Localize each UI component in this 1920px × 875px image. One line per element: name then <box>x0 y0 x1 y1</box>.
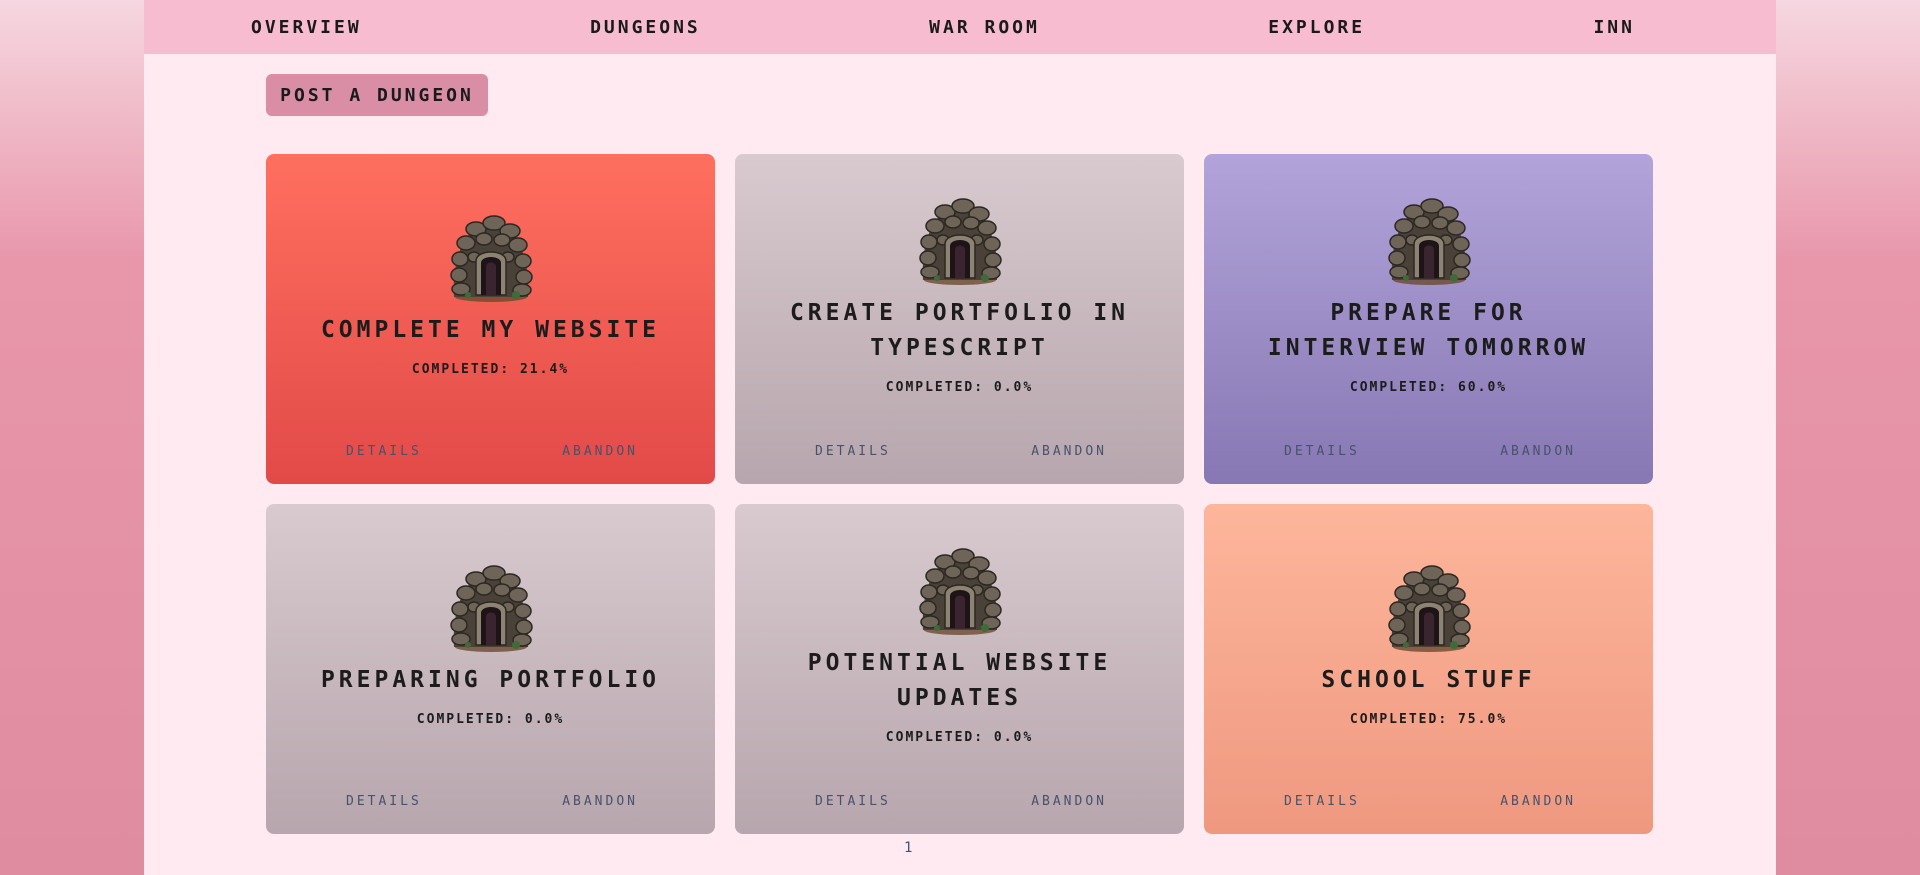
abandon-link[interactable]: ABANDON <box>562 444 638 459</box>
completion-text: COMPLETED: 0.0% <box>885 379 1034 395</box>
completion-text: COMPLETED: 60.0% <box>1349 379 1508 395</box>
dungeon-title: POTENTIAL WEBSITE UPDATES <box>807 649 1112 711</box>
top-nav: OVERVIEW DUNGEONS WAR ROOM EXPLORE INN <box>144 0 1776 54</box>
card-content: PREPARING PORTFOLIO COMPLETED: 0.0% <box>266 514 715 774</box>
nav-dungeons[interactable]: DUNGEONS <box>590 17 701 38</box>
pagination-page-1[interactable]: 1 <box>904 840 912 856</box>
abandon-link[interactable]: ABANDON <box>1500 444 1576 459</box>
cave-icon <box>1387 565 1471 652</box>
dungeon-title: COMPLETE MY WEBSITE <box>320 317 661 343</box>
card-actions: DETAILS ABANDON <box>1204 774 1653 834</box>
details-link[interactable]: DETAILS <box>815 794 891 809</box>
dungeon-title: SCHOOL STUFF <box>1321 667 1536 693</box>
completion-text: COMPLETED: 75.0% <box>1349 712 1508 727</box>
dungeon-title: PREPARE FOR INTERVIEW TOMORROW <box>1267 299 1590 361</box>
abandon-link[interactable]: ABANDON <box>562 794 638 809</box>
card-actions: DETAILS ABANDON <box>1204 424 1653 484</box>
dungeon-card: CREATE PORTFOLIO IN TYPESCRIPT COMPLETED… <box>735 154 1184 484</box>
dungeon-card: SCHOOL STUFF COMPLETED: 75.0% DETAILS AB… <box>1204 504 1653 834</box>
dungeon-card: PREPARE FOR INTERVIEW TOMORROW COMPLETED… <box>1204 154 1653 484</box>
card-content: POTENTIAL WEBSITE UPDATES COMPLETED: 0.0… <box>735 514 1184 774</box>
card-content: CREATE PORTFOLIO IN TYPESCRIPT COMPLETED… <box>735 164 1184 424</box>
completion-text: COMPLETED: 0.0% <box>416 712 565 727</box>
cave-icon <box>449 565 533 652</box>
card-content: PREPARE FOR INTERVIEW TOMORROW COMPLETED… <box>1204 164 1653 424</box>
completion-text: COMPLETED: 21.4% <box>411 362 570 377</box>
abandon-link[interactable]: ABANDON <box>1500 794 1576 809</box>
nav-explore[interactable]: EXPLORE <box>1268 17 1365 38</box>
dungeon-card: COMPLETE MY WEBSITE COMPLETED: 21.4% DET… <box>266 154 715 484</box>
nav-war-room[interactable]: WAR ROOM <box>929 17 1040 38</box>
abandon-link[interactable]: ABANDON <box>1031 794 1107 809</box>
details-link[interactable]: DETAILS <box>815 444 891 459</box>
dungeon-title: CREATE PORTFOLIO IN TYPESCRIPT <box>789 299 1130 361</box>
dungeon-grid: COMPLETE MY WEBSITE COMPLETED: 21.4% DET… <box>266 154 1653 834</box>
cave-icon <box>918 197 1002 285</box>
details-link[interactable]: DETAILS <box>1284 794 1360 809</box>
nav-overview[interactable]: OVERVIEW <box>251 17 362 38</box>
details-link[interactable]: DETAILS <box>1284 444 1360 459</box>
cave-icon <box>449 215 533 302</box>
post-dungeon-button[interactable]: POST A DUNGEON <box>266 74 488 116</box>
app-window: OVERVIEW DUNGEONS WAR ROOM EXPLORE INN P… <box>144 0 1776 875</box>
dungeon-card: PREPARING PORTFOLIO COMPLETED: 0.0% DETA… <box>266 504 715 834</box>
cave-icon <box>1387 197 1471 285</box>
nav-inn[interactable]: INN <box>1593 17 1635 38</box>
details-link[interactable]: DETAILS <box>346 444 422 459</box>
dungeon-title: PREPARING PORTFOLIO <box>320 667 661 693</box>
card-actions: DETAILS ABANDON <box>735 774 1184 834</box>
card-actions: DETAILS ABANDON <box>735 424 1184 484</box>
completion-text: COMPLETED: 0.0% <box>885 729 1034 745</box>
card-content: SCHOOL STUFF COMPLETED: 75.0% <box>1204 514 1653 774</box>
card-actions: DETAILS ABANDON <box>266 424 715 484</box>
cave-icon <box>918 547 1002 635</box>
card-actions: DETAILS ABANDON <box>266 774 715 834</box>
details-link[interactable]: DETAILS <box>346 794 422 809</box>
dungeon-card: POTENTIAL WEBSITE UPDATES COMPLETED: 0.0… <box>735 504 1184 834</box>
card-content: COMPLETE MY WEBSITE COMPLETED: 21.4% <box>266 164 715 424</box>
abandon-link[interactable]: ABANDON <box>1031 444 1107 459</box>
